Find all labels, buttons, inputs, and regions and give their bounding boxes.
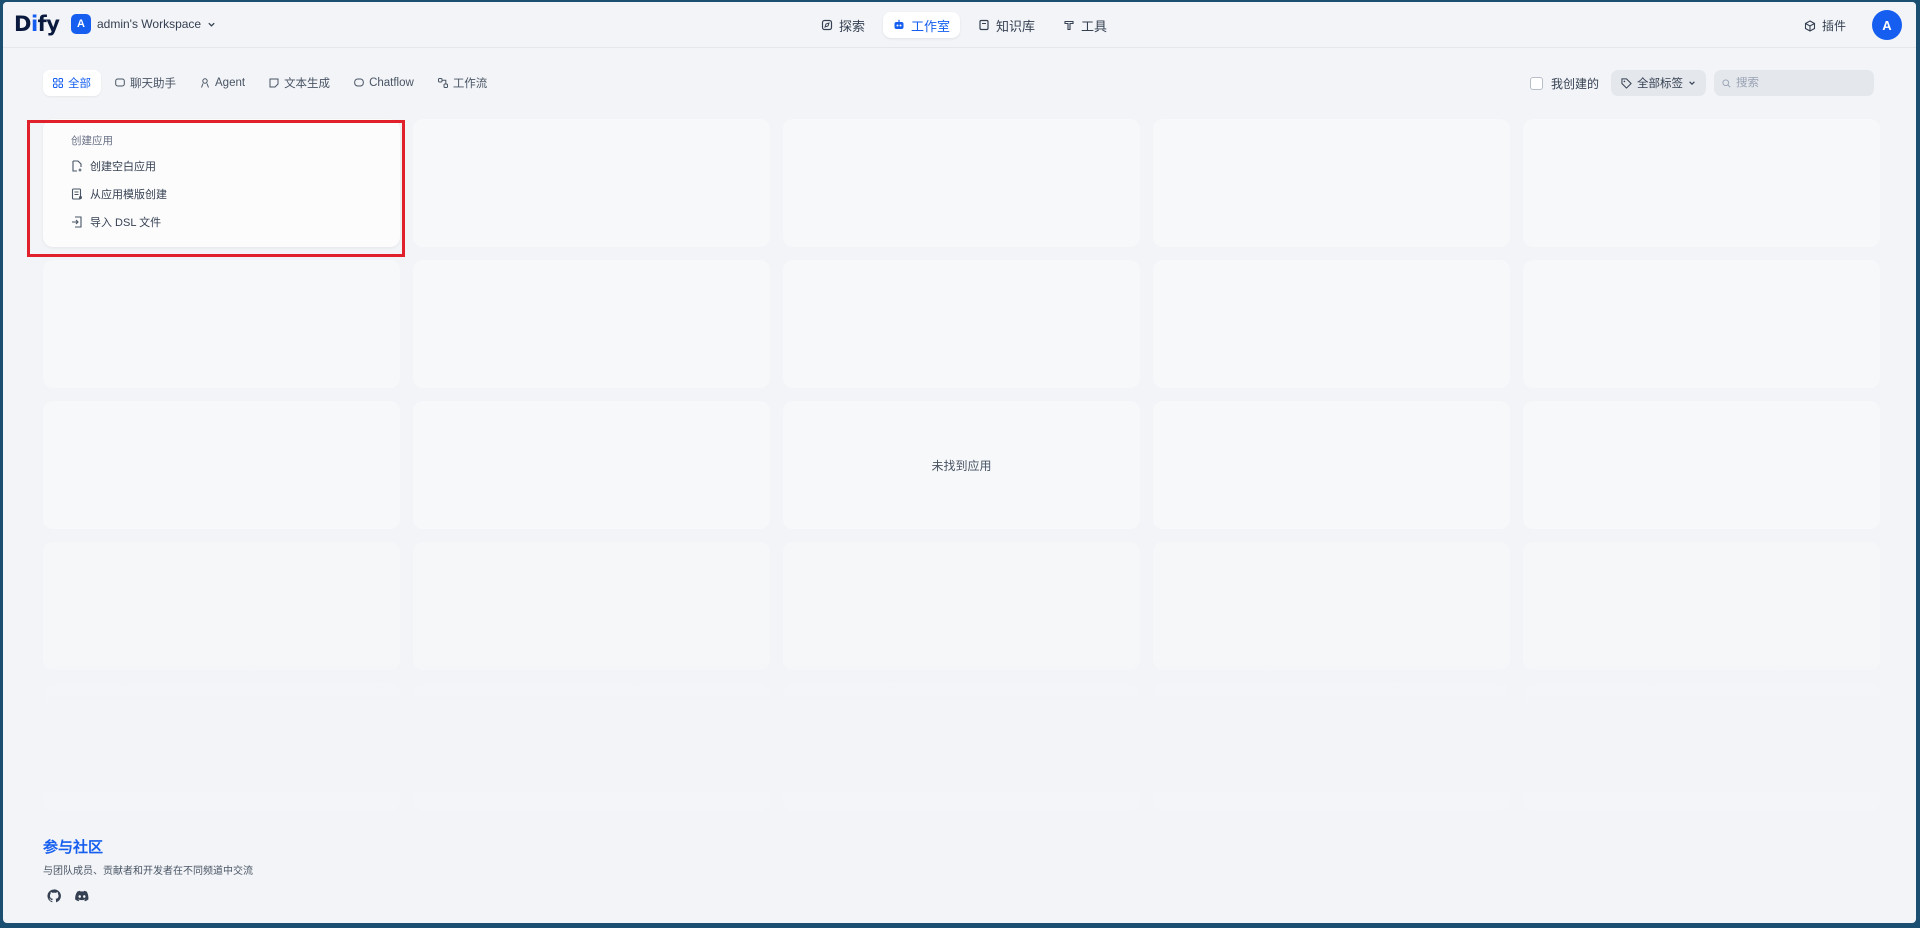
bottom-fade [3, 652, 1916, 792]
hammer-icon [1064, 20, 1074, 31]
empty-app-card [1153, 401, 1510, 529]
main-nav: 探索 工作室 知识库 工具 [811, 12, 1117, 38]
empty-app-card [413, 542, 770, 670]
empty-app-card [1523, 260, 1880, 388]
dify-logo[interactable]: Dify [14, 12, 60, 36]
search-icon [1722, 78, 1731, 88]
tab-chat-assistant[interactable]: 聊天助手 [105, 70, 186, 96]
book-icon [979, 19, 989, 31]
community-section: 参与社区 与团队成员、贡献者和开发者在不同频道中交流 [43, 836, 253, 903]
empty-app-card [1523, 401, 1880, 529]
top-header: Dify A admin's Workspace 探索 工作室 知识库 工具 插… [3, 2, 1916, 48]
tab-text-generation[interactable]: 文本生成 [259, 70, 340, 96]
cube-icon [1804, 19, 1816, 32]
workspace-avatar: A [71, 14, 91, 34]
empty-app-card [783, 119, 1140, 247]
tag-filter-select[interactable]: 全部标签 [1611, 70, 1706, 96]
community-title: 参与社区 [43, 839, 104, 856]
discord-icon[interactable] [75, 889, 89, 903]
create-app-title: 创建应用 [71, 135, 113, 147]
empty-app-card [1523, 119, 1880, 247]
chevron-down-icon [1689, 81, 1695, 85]
workspace-switcher[interactable]: A admin's Workspace [71, 14, 216, 34]
chevron-down-icon [208, 22, 215, 27]
agent-icon [201, 78, 209, 88]
community-links [47, 889, 253, 903]
chatflow-icon [354, 78, 364, 87]
template-icon [71, 188, 82, 200]
nav-explore[interactable]: 探索 [811, 12, 875, 38]
robot-icon [894, 19, 904, 29]
chat-icon [115, 78, 125, 87]
create-from-template-button[interactable]: 从应用模版创建 [71, 183, 400, 205]
tag-icon [1621, 77, 1632, 89]
empty-app-card [43, 542, 400, 670]
tab-all[interactable]: 全部 [43, 70, 101, 96]
nav-studio[interactable]: 工作室 [883, 12, 961, 38]
community-subtitle: 与团队成员、贡献者和开发者在不同频道中交流 [43, 866, 253, 877]
search-input[interactable] [1736, 77, 1866, 89]
workspace-name: admin's Workspace [97, 17, 202, 31]
app-window: Dify A admin's Workspace 探索 工作室 知识库 工具 插… [3, 2, 1916, 923]
created-by-me-checkbox[interactable] [1529, 76, 1543, 90]
empty-app-card [1523, 542, 1880, 670]
grid-icon [53, 78, 63, 88]
empty-app-card [413, 401, 770, 529]
file-plus-icon [72, 160, 82, 172]
user-avatar[interactable]: A [1872, 10, 1902, 40]
tab-chatflow[interactable]: Chatflow [344, 70, 424, 96]
empty-app-card [1153, 542, 1510, 670]
empty-app-card [43, 401, 400, 529]
compass-icon [821, 19, 833, 31]
plugins-button[interactable]: 插件 [1804, 17, 1846, 34]
nav-tools[interactable]: 工具 [1053, 12, 1117, 38]
create-blank-app-button[interactable]: 创建空白应用 [71, 155, 400, 177]
empty-app-card [413, 119, 770, 247]
right-filters: 我创建的 全部标签 [1529, 70, 1874, 96]
github-icon[interactable] [47, 889, 61, 903]
document-icon [269, 78, 279, 88]
empty-app-card [413, 260, 770, 388]
app-type-tabs: 全部 聊天助手 Agent 文本生成 Chatflow 工作流 [43, 70, 497, 96]
created-by-me-filter: 我创建的 [1529, 75, 1599, 92]
tab-agent[interactable]: Agent [190, 70, 255, 96]
nav-knowledge[interactable]: 知识库 [968, 12, 1045, 38]
workflow-icon [437, 78, 448, 88]
empty-app-card [43, 260, 400, 388]
empty-app-card [783, 542, 1140, 670]
empty-state-message: 未找到应用 [931, 459, 992, 473]
search-box [1714, 70, 1874, 96]
empty-app-card [1153, 260, 1510, 388]
empty-app-card [1153, 119, 1510, 247]
tab-workflow[interactable]: 工作流 [428, 70, 498, 96]
import-icon [72, 216, 82, 228]
create-app-card: 创建应用 创建空白应用 从应用模版创建 导入 DSL 文件 [43, 119, 400, 247]
import-dsl-button[interactable]: 导入 DSL 文件 [71, 211, 400, 233]
empty-app-card [783, 260, 1140, 388]
